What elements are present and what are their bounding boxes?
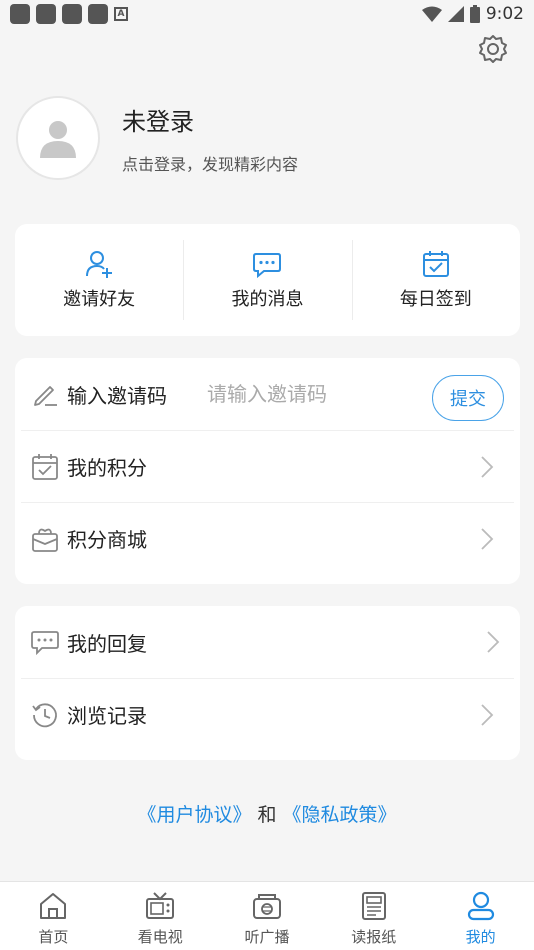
submit-button[interactable]: 提交 xyxy=(432,375,504,421)
notification-icon xyxy=(88,4,108,24)
newspaper-icon xyxy=(361,892,386,920)
battery-icon xyxy=(469,5,480,23)
status-bar: A 9:02 xyxy=(0,0,534,28)
quick-action-label: 我的消息 xyxy=(231,289,304,310)
tab-label: 读报纸 xyxy=(351,928,397,946)
invite-code-row: 输入邀请码 提交 xyxy=(15,358,520,430)
wifi-icon xyxy=(421,6,442,22)
points-calendar-icon xyxy=(32,453,58,480)
my-points-row[interactable]: 我的积分 xyxy=(21,430,514,502)
bottom-tab-bar: 首页 看电视 听广播 读报纸 我的 xyxy=(0,881,534,950)
login-status[interactable]: 未登录 xyxy=(122,102,298,137)
menu-item-label: 我的积分 xyxy=(67,456,147,480)
invite-code-label: 输入邀请码 xyxy=(67,383,167,408)
chevron-right-icon xyxy=(487,631,500,653)
tab-newspaper[interactable]: 读报纸 xyxy=(320,882,427,950)
home-icon xyxy=(40,893,67,919)
profile-header[interactable]: 未登录 点击登录，发现精彩内容 xyxy=(16,96,298,180)
chevron-right-icon xyxy=(481,704,494,726)
menu-item-label: 积分商城 xyxy=(67,528,147,552)
menu-item-label: 浏览记录 xyxy=(67,704,147,728)
gift-box-icon xyxy=(32,528,58,552)
points-mall-row[interactable]: 积分商城 xyxy=(21,502,514,574)
default-avatar-icon xyxy=(40,121,76,158)
my-messages-button[interactable]: 我的消息 xyxy=(183,224,351,336)
user-icon xyxy=(467,891,494,921)
login-hint: 点击登录，发现精彩内容 xyxy=(122,154,299,174)
tab-radio[interactable]: 听广播 xyxy=(214,882,321,950)
menu-group-activity: 我的回复 浏览记录 xyxy=(15,606,520,760)
invite-friends-button[interactable]: 邀请好友 xyxy=(15,224,183,336)
pencil-icon xyxy=(34,386,57,406)
notification-icons: A xyxy=(10,4,128,24)
history-icon xyxy=(32,702,57,727)
my-replies-row[interactable]: 我的回复 xyxy=(15,606,520,678)
notification-icon xyxy=(36,4,56,24)
user-agreement-link[interactable]: 《用户协议》 xyxy=(137,804,251,826)
reply-icon xyxy=(31,631,59,656)
radio-icon xyxy=(252,894,281,919)
tab-label: 首页 xyxy=(38,928,69,946)
quick-actions-card: 邀请好友 我的消息 每日签到 xyxy=(15,224,520,336)
calendar-check-icon xyxy=(422,251,449,277)
chevron-right-icon xyxy=(481,528,494,550)
add-user-icon xyxy=(86,251,113,278)
message-icon xyxy=(253,253,282,279)
menu-group-points: 输入邀请码 提交 我的积分 积分商城 xyxy=(15,358,520,584)
tab-mine[interactable]: 我的 xyxy=(427,882,534,950)
daily-checkin-button[interactable]: 每日签到 xyxy=(351,224,520,336)
menu-item-label: 我的回复 xyxy=(67,631,147,656)
notification-icon xyxy=(62,4,82,24)
system-indicators: 9:02 xyxy=(421,4,524,24)
clock: 9:02 xyxy=(485,4,524,24)
signal-icon xyxy=(447,6,464,22)
tab-label: 看电视 xyxy=(137,928,183,946)
notification-icon xyxy=(10,4,30,24)
tab-label: 听广播 xyxy=(244,928,290,946)
quick-action-label: 每日签到 xyxy=(399,289,472,310)
tab-tv[interactable]: 看电视 xyxy=(107,882,214,950)
invite-code-input[interactable] xyxy=(207,382,377,406)
policy-conjunction: 和 xyxy=(257,804,277,826)
privacy-policy-link[interactable]: 《隐私政策》 xyxy=(283,804,397,826)
avatar[interactable] xyxy=(16,96,100,180)
chevron-right-icon xyxy=(481,456,494,478)
policy-links: 《用户协议》和《隐私政策》 xyxy=(0,800,534,827)
tab-home[interactable]: 首页 xyxy=(0,882,107,950)
browse-history-row[interactable]: 浏览记录 xyxy=(21,678,514,750)
gear-icon[interactable] xyxy=(478,34,508,64)
keyboard-icon: A xyxy=(114,7,128,21)
tab-label: 我的 xyxy=(465,928,496,946)
tv-icon xyxy=(146,892,175,919)
quick-action-label: 邀请好友 xyxy=(63,289,136,310)
